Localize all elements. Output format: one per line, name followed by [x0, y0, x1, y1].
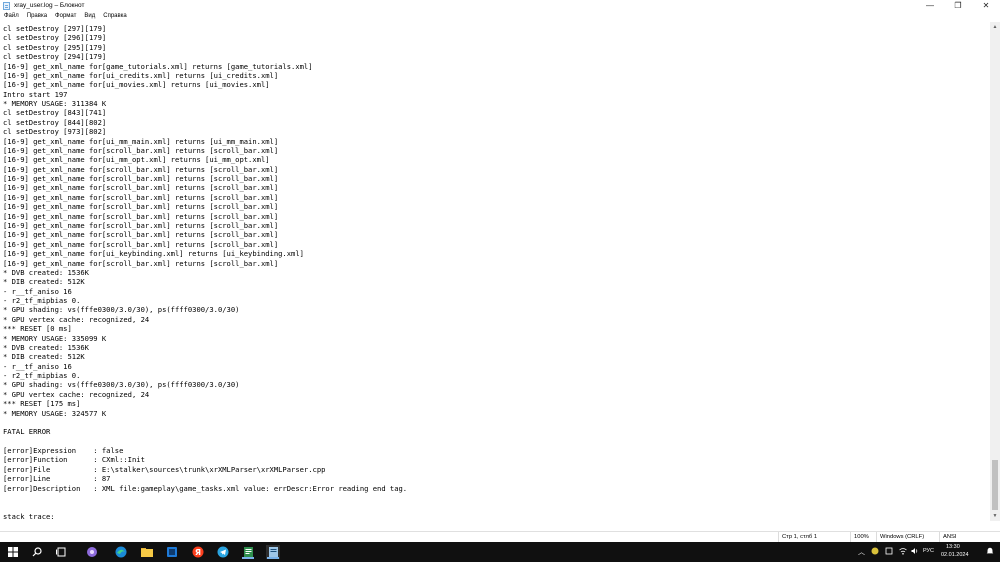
- text-line: Intro start 197: [3, 89, 68, 99]
- text-line: [16-9] get_xml_name for[scroll_bar.xml] …: [3, 174, 279, 184]
- file-explorer-icon[interactable]: [140, 545, 154, 559]
- text-line: * GPU shading: vs(fffe0300/3.0/30), ps(f…: [3, 380, 240, 390]
- vertical-scrollbar[interactable]: ▲ ▼: [990, 22, 1000, 521]
- text-line: [16-9] get_xml_name for[ui_movies.xml] r…: [3, 80, 270, 90]
- zoom-level: 100%: [850, 532, 869, 542]
- text-line: * MEMORY USAGE: 311384 K: [3, 99, 107, 109]
- active-indicator: [267, 557, 279, 559]
- text-line: *** RESET [175 ms]: [3, 399, 81, 409]
- taskbar: Я ︿ РУС 13:30 02.01.2024: [0, 542, 1000, 562]
- notepad-icon[interactable]: [266, 545, 280, 559]
- status-bar: Стр 1, стлб 1 100% Windows (CRLF) ANSI: [0, 531, 1000, 542]
- text-editor[interactable]: cl setDestroy [297][179] cl setDestroy [2…: [0, 22, 990, 521]
- text-line: - r2_tf_mipbias 0.: [3, 371, 81, 381]
- text-line: [16-9] get_xml_name for[ui_keybinding.xm…: [3, 249, 304, 259]
- text-line: - r2_tf_mipbias 0.: [3, 296, 81, 306]
- copilot-icon[interactable]: [85, 545, 99, 559]
- text-line: [16-9] get_xml_name for[scroll_bar.xml] …: [3, 220, 279, 230]
- volume-icon[interactable]: [911, 547, 919, 557]
- tray-app-icon[interactable]: [871, 547, 879, 557]
- clock-date[interactable]: 02.01.2024: [941, 552, 969, 558]
- text-line: * MEMORY USAGE: 324577 K: [3, 408, 107, 418]
- text-line: * MEMORY USAGE: 335099 K: [3, 333, 107, 343]
- scroll-thumb[interactable]: [992, 460, 998, 510]
- text-line: cl setDestroy [297][179]: [3, 24, 107, 33]
- text-line: * GPU vertex cache: recognized, 24: [3, 389, 150, 399]
- window-controls: — ❐ ✕: [916, 0, 1000, 11]
- text-line: cl setDestroy [296][179]: [3, 33, 107, 43]
- text-line: [16-9] get_xml_name for[ui_mm_main.xml] …: [3, 136, 279, 146]
- notepad-icon[interactable]: [241, 545, 255, 559]
- text-line: cl setDestroy [973][802]: [3, 127, 107, 137]
- title-bar: xray_user.log – Блокнот — ❐ ✕: [0, 0, 1000, 11]
- menu-file[interactable]: Файл: [0, 11, 23, 22]
- yandex-icon[interactable]: Я: [191, 545, 205, 559]
- text-line: [16-9] get_xml_name for[ui_credits.xml] …: [3, 70, 279, 80]
- text-line: * GPU shading: vs(fffe0300/3.0/30), ps(f…: [3, 305, 240, 315]
- scroll-down-arrow-icon[interactable]: ▼: [990, 511, 1000, 521]
- text-line: [16-9] get_xml_name for[game_tutorials.x…: [3, 61, 313, 71]
- minimize-button[interactable]: —: [916, 0, 944, 11]
- text-line: [16-9] get_xml_name for[scroll_bar.xml] …: [3, 164, 279, 174]
- text-line: [error]Expression : false: [3, 446, 124, 456]
- text-line: * DVB created: 1536K: [3, 267, 89, 277]
- text-line: *** RESET [0 ms]: [3, 324, 72, 334]
- text-line: [16-9] get_xml_name for[scroll_bar.xml] …: [3, 183, 279, 193]
- chevron-up-icon[interactable]: ︿: [858, 547, 865, 557]
- windows-start-icon[interactable]: [6, 545, 20, 559]
- text-line: cl setDestroy [294][179]: [3, 52, 107, 62]
- text-line: [error]Function : CXml::Init: [3, 455, 145, 465]
- text-line: [16-9] get_xml_name for[ui_mm_opt.xml] r…: [3, 155, 270, 165]
- text-line: * DIB created: 512K: [3, 352, 85, 362]
- text-line: * DVB created: 1536K: [3, 342, 89, 352]
- cursor-position: Стр 1, стлб 1: [778, 532, 817, 542]
- text-line: cl setDestroy [844][802]: [3, 117, 107, 127]
- menu-format[interactable]: Формат: [51, 11, 80, 22]
- text-line: * DIB created: 512K: [3, 277, 85, 287]
- text-line: [16-9] get_xml_name for[scroll_bar.xml] …: [3, 230, 279, 240]
- text-line: [16-9] get_xml_name for[scroll_bar.xml] …: [3, 145, 279, 155]
- network-tray-icon[interactable]: [885, 547, 893, 557]
- maximize-button[interactable]: ❐: [944, 0, 972, 11]
- window-title: xray_user.log – Блокнот: [14, 2, 85, 9]
- app-icon[interactable]: [165, 545, 179, 559]
- scroll-up-arrow-icon[interactable]: ▲: [990, 22, 1000, 32]
- menu-bar: Файл Правка Формат Вид Справка: [0, 11, 1000, 22]
- telegram-icon[interactable]: [216, 545, 230, 559]
- edge-icon[interactable]: [114, 545, 128, 559]
- active-indicator: [242, 557, 254, 559]
- notification-icon[interactable]: [986, 547, 994, 557]
- close-button[interactable]: ✕: [972, 0, 1000, 11]
- text-line: [error]Line : 87: [3, 474, 111, 484]
- search-icon[interactable]: [30, 545, 44, 559]
- menu-help[interactable]: Справка: [99, 11, 131, 22]
- text-line: - r__tf_aniso 16: [3, 286, 72, 296]
- text-line: FATAL ERROR: [3, 427, 51, 437]
- wifi-icon[interactable]: [899, 547, 907, 557]
- svg-text:Я: Я: [195, 548, 201, 557]
- text-line: [error]File : E:\stalker\sources\trunk\x…: [3, 464, 326, 474]
- text-line: [16-9] get_xml_name for[scroll_bar.xml] …: [3, 239, 279, 249]
- clock-time[interactable]: 13:30: [946, 544, 960, 550]
- text-line: cl setDestroy [843][741]: [3, 108, 107, 118]
- text-line: * GPU vertex cache: recognized, 24: [3, 314, 150, 324]
- line-ending: Windows (CRLF): [876, 532, 924, 542]
- menu-view[interactable]: Вид: [80, 11, 99, 22]
- text-line: [16-9] get_xml_name for[scroll_bar.xml] …: [3, 258, 279, 268]
- text-line: [16-9] get_xml_name for[scroll_bar.xml] …: [3, 202, 279, 212]
- text-line: cl setDestroy [295][179]: [3, 42, 107, 52]
- notepad-icon: [3, 1, 10, 10]
- text-line: [16-9] get_xml_name for[scroll_bar.xml] …: [3, 192, 279, 202]
- task-view-icon[interactable]: [54, 545, 68, 559]
- menu-edit[interactable]: Правка: [23, 11, 51, 22]
- encoding: ANSI: [939, 532, 957, 542]
- text-line: [16-9] get_xml_name for[scroll_bar.xml] …: [3, 211, 279, 221]
- text-line: stack trace:: [3, 511, 55, 521]
- text-line: [error]Description : XML file:gameplay\g…: [3, 483, 408, 493]
- language-indicator[interactable]: РУС: [923, 548, 934, 554]
- text-line: - r__tf_aniso 16: [3, 361, 72, 371]
